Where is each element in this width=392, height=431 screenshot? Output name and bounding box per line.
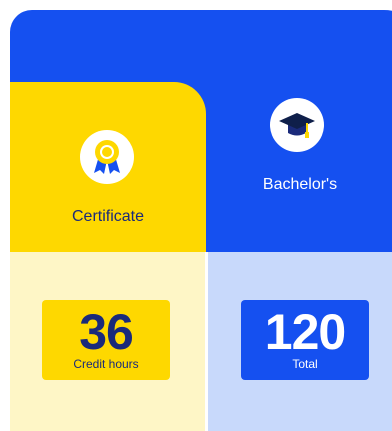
certificate-stat-value: 36 bbox=[79, 304, 134, 360]
certificate-credit-hours-box: 36 Credit hours bbox=[42, 300, 170, 380]
bachelors-total-box: 120 Total bbox=[241, 300, 369, 380]
bachelors-stat-caption: Total bbox=[292, 357, 318, 371]
certificate-stat-caption: Credit hours bbox=[73, 357, 139, 371]
certificate-label: Certificate bbox=[71, 208, 145, 225]
bachelors-stat-value: 120 bbox=[264, 304, 346, 360]
column-divider bbox=[205, 252, 208, 431]
program-comparison-graphic: Certificate Bachelor's 36 Credit hours 1… bbox=[0, 0, 392, 431]
bachelors-label: Bachelor's bbox=[262, 176, 338, 193]
graduation-cap-icon bbox=[270, 98, 324, 152]
award-ribbon-icon bbox=[80, 130, 134, 184]
